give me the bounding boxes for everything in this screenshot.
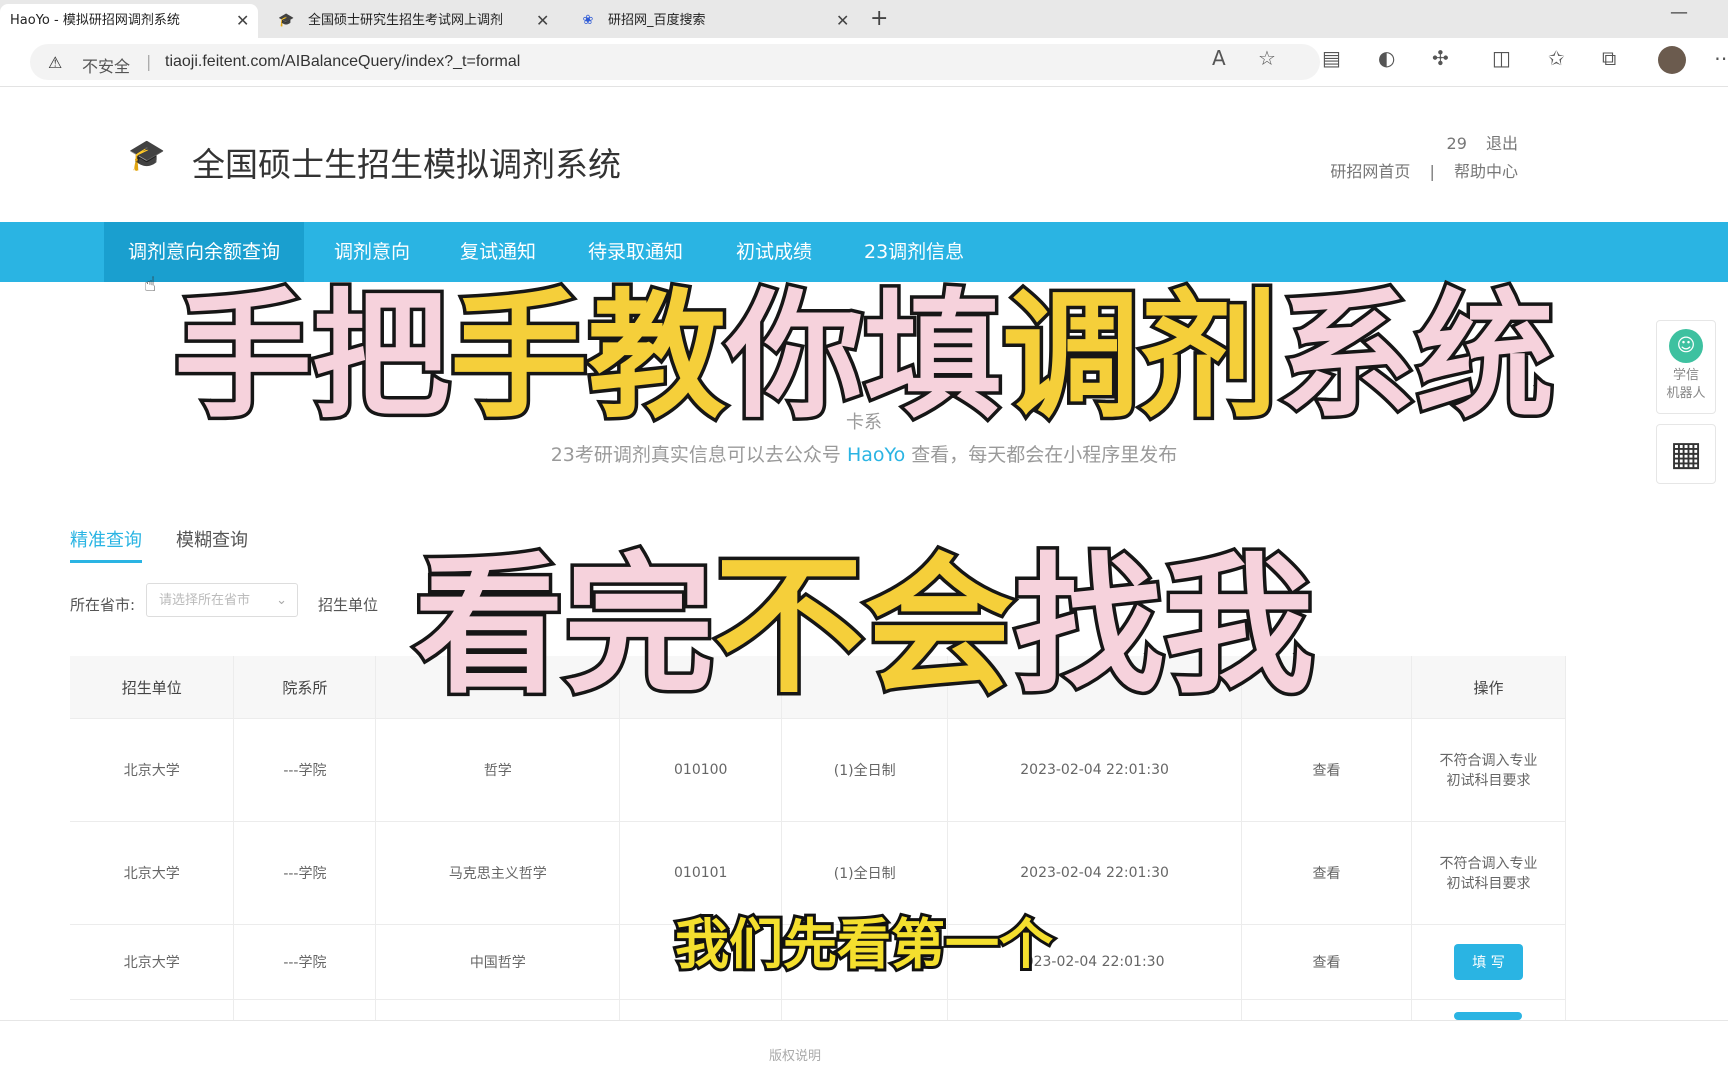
page-footer: 版权说明 bbox=[0, 1020, 1728, 1081]
table-row: 北京大学 ---学院 哲学 010100 (1)全日制 2023-02-04 2… bbox=[70, 718, 1567, 822]
nav-intention[interactable]: 调剂意向 bbox=[310, 222, 434, 282]
new-tab-icon[interactable]: + bbox=[870, 4, 888, 34]
cell-mode: (1)全日制 bbox=[781, 718, 949, 822]
notice-brand: HaoYo bbox=[846, 444, 906, 466]
cell-major: 哲学 bbox=[375, 718, 621, 822]
address-bar[interactable]: ⚠ 不安全 | tiaoji.feitent.com/AIBalanceQuer… bbox=[30, 44, 1320, 80]
header-links: 29 退出 研招网首页 | 帮助中心 bbox=[1316, 130, 1518, 186]
baidu-paw-icon: ❀ bbox=[582, 13, 594, 28]
overlay-text: 不会 bbox=[710, 540, 1017, 714]
close-icon[interactable]: ✕ bbox=[236, 4, 249, 38]
not-eligible-text: 不符合调入专业 bbox=[1439, 856, 1538, 872]
copyright-link[interactable]: 版权说明 bbox=[0, 1045, 1590, 1064]
link-divider: | bbox=[1429, 162, 1435, 181]
help-link[interactable]: 帮助中心 bbox=[1454, 162, 1518, 181]
main-nav: 调剂意向余额查询 调剂意向 复试通知 待录取通知 初试成绩 23调剂信息 bbox=[0, 222, 1728, 282]
notice-text: 23考研调剂真实信息可以去公众号 bbox=[550, 444, 841, 466]
profile-avatar[interactable] bbox=[1658, 46, 1686, 74]
overlay-text: 手教 bbox=[446, 276, 729, 437]
notice-text: 查看，每天都会在小程序里发布 bbox=[911, 444, 1178, 466]
tab-title: 全国硕士研究生招生考试网上调剂 bbox=[308, 13, 504, 28]
tab-title: 研招网_百度搜索 bbox=[608, 13, 706, 28]
overlay-text: 找我 bbox=[1010, 540, 1317, 714]
nav-balance-query[interactable]: 调剂意向余额查询 bbox=[104, 222, 305, 282]
subject-requirement-text: 初试科目要求 bbox=[1446, 876, 1531, 892]
puzzle-icon[interactable]: ✣ bbox=[1432, 48, 1449, 68]
cell-time: 2023-02-04 22:01:30 bbox=[947, 718, 1243, 822]
address-separator: | bbox=[146, 52, 152, 71]
extension-icon[interactable]: ◐ bbox=[1378, 48, 1395, 68]
browser-tab-yanzhao[interactable]: 🎓 全国硕士研究生招生考试网上调剂 ✕ bbox=[264, 4, 554, 38]
close-icon[interactable]: ✕ bbox=[836, 4, 849, 38]
security-label[interactable]: 不安全 bbox=[82, 53, 130, 77]
nav-retest-notice[interactable]: 复试通知 bbox=[436, 222, 560, 282]
tab-fuzzy-query[interactable]: 模糊查询 bbox=[176, 526, 248, 552]
browser-tab-bar: HaoYo - 模拟研招网调剂系统 ✕ 🎓 全国硕士研究生招生考试网上调剂 ✕ … bbox=[0, 0, 1728, 38]
qr-code-icon[interactable]: ▦ bbox=[1656, 424, 1716, 484]
collections-icon[interactable]: ⧉ bbox=[1602, 48, 1616, 68]
view-link[interactable]: 查看 bbox=[1241, 718, 1412, 822]
address-row: ⚠ 不安全 | tiaoji.feitent.com/AIBalanceQuer… bbox=[0, 38, 1728, 87]
overlay-headline-2: 看完不会找我 bbox=[0, 549, 1728, 706]
close-icon[interactable]: ✕ bbox=[536, 4, 549, 38]
user-count: 29 bbox=[1446, 134, 1467, 153]
minimize-icon[interactable]: — bbox=[1670, 2, 1688, 23]
graduation-cap-icon: 🎓 bbox=[278, 13, 295, 28]
overlay-text: 看完 bbox=[410, 540, 717, 714]
read-aloud-icon[interactable]: A bbox=[1212, 48, 1226, 68]
fill-button-partial[interactable] bbox=[1454, 1012, 1523, 1020]
subject-requirement-text: 初试科目要求 bbox=[1446, 773, 1531, 789]
cell-dept: ---学院 bbox=[233, 718, 377, 822]
warning-icon[interactable]: ⚠ bbox=[48, 53, 62, 72]
nav-23-info[interactable]: 23调剂信息 bbox=[840, 222, 988, 282]
url-text[interactable]: tiaoji.feitent.com/AIBalanceQuery/index?… bbox=[165, 53, 520, 71]
split-screen-icon[interactable]: ◫ bbox=[1492, 48, 1511, 68]
logout-link[interactable]: 退出 bbox=[1486, 134, 1518, 153]
not-eligible-text: 不符合调入专业 bbox=[1439, 753, 1538, 769]
favorites-icon[interactable]: ✩ bbox=[1548, 48, 1565, 68]
more-icon[interactable]: ⋯ bbox=[1714, 48, 1728, 68]
overlay-headline-1: 手把手教你填调剂系统 bbox=[0, 284, 1728, 429]
notice-line-2: 23考研调剂真实信息可以去公众号 HaoYo 查看，每天都会在小程序里发布 bbox=[0, 440, 1728, 467]
home-link[interactable]: 研招网首页 bbox=[1330, 162, 1410, 181]
overlay-text: 你填 bbox=[722, 276, 1005, 437]
cell-action: 不符合调入专业 初试科目要求 bbox=[1411, 718, 1567, 822]
reading-view-icon[interactable]: ▤ bbox=[1322, 48, 1341, 68]
nav-initial-score[interactable]: 初试成绩 bbox=[712, 222, 836, 282]
overlay-text: 系统 bbox=[1275, 276, 1558, 437]
cell-code: 010100 bbox=[619, 718, 783, 822]
nav-admission-notice[interactable]: 待录取通知 bbox=[564, 222, 707, 282]
video-subtitle: 我们先看第一个 bbox=[672, 910, 1056, 979]
overlay-text: 调剂 bbox=[998, 276, 1281, 437]
site-title: 全国硕士生招生模拟调剂系统 bbox=[192, 145, 621, 184]
cell-unit[interactable]: 北京大学 bbox=[70, 718, 235, 822]
browser-tab-haoyo[interactable]: HaoYo - 模拟研招网调剂系统 ✕ bbox=[0, 4, 258, 38]
tab-title: HaoYo - 模拟研招网调剂系统 bbox=[10, 13, 180, 28]
overlay-text: 手把 bbox=[170, 276, 453, 437]
graduation-cap-logo-icon: 🎓 bbox=[128, 138, 166, 173]
browser-tab-baidu[interactable]: ❀ 研招网_百度搜索 ✕ bbox=[566, 4, 856, 38]
favorite-add-icon[interactable]: ☆ bbox=[1258, 48, 1276, 68]
